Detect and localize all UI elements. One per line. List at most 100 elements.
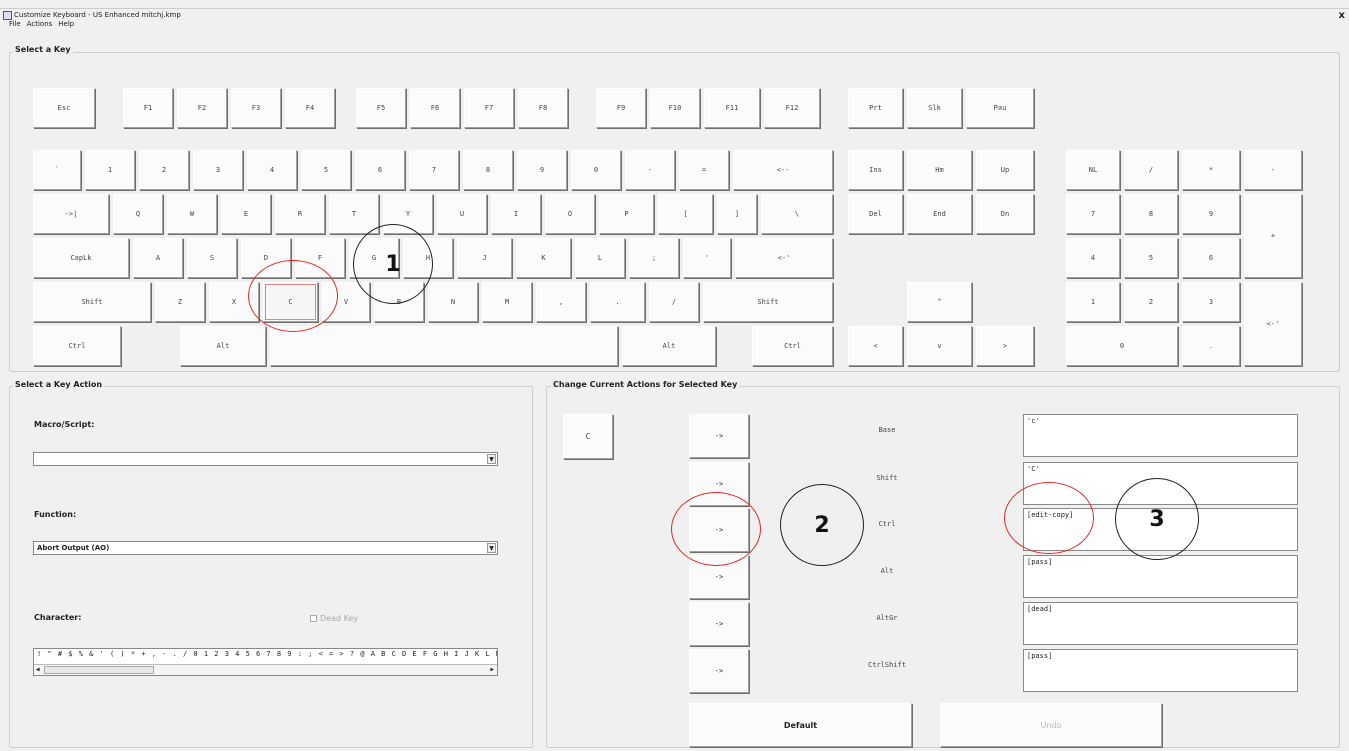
key-sym98[interactable]: > — [976, 326, 1034, 366]
key-dn[interactable]: Dn — [976, 194, 1034, 234]
key-esc[interactable]: Esc — [33, 88, 95, 128]
key-pau[interactable]: Pau — [966, 88, 1034, 128]
key-r[interactable]: R — [275, 194, 325, 234]
key-slk[interactable]: Slk — [907, 88, 962, 128]
key-sym96[interactable]: < — [848, 326, 903, 366]
selected-key-button[interactable]: C — [563, 414, 613, 459]
key-9[interactable]: 9 — [517, 150, 567, 190]
action-field-base[interactable]: 'c' — [1023, 414, 1298, 457]
character-strip[interactable]: ! " # $ % & ' ( ) * + , - . / 0 1 2 3 4 … — [33, 648, 498, 676]
key-sym100[interactable]: . — [1182, 326, 1240, 366]
key-7[interactable]: 7 — [409, 150, 459, 190]
key-f1[interactable]: F1 — [123, 88, 173, 128]
dropdown-arrow-icon[interactable]: ▼ — [487, 543, 496, 553]
key-sym16[interactable]: ` — [33, 150, 81, 190]
action-field-ctrlshift[interactable]: [pass] — [1023, 649, 1298, 692]
key-f4[interactable]: F4 — [285, 88, 335, 128]
key-5[interactable]: 5 — [301, 150, 351, 190]
key-f2[interactable]: F2 — [177, 88, 227, 128]
key-q[interactable]: Q — [113, 194, 163, 234]
key-shift[interactable]: Shift — [703, 282, 833, 322]
assign-ctrlshift-button[interactable]: -> — [689, 649, 749, 693]
key-f7[interactable]: F7 — [464, 88, 514, 128]
key-end[interactable]: End — [907, 194, 972, 234]
key-f3[interactable]: F3 — [231, 88, 281, 128]
key-u[interactable]: U — [437, 194, 487, 234]
key-sym82[interactable]: , — [536, 282, 586, 322]
key-8[interactable]: 8 — [1124, 194, 1178, 234]
close-icon[interactable]: x — [1339, 9, 1345, 22]
key-sym83[interactable]: . — [590, 282, 645, 322]
key-caplk[interactable]: CapLk — [33, 238, 129, 278]
checkbox-icon[interactable] — [310, 615, 317, 622]
key-sym86[interactable]: ^ — [907, 282, 972, 322]
character-list[interactable]: ! " # $ % & ' ( ) * + , - . / 0 1 2 3 4 … — [37, 650, 497, 658]
default-button[interactable]: Default — [689, 703, 912, 747]
key-sym36[interactable]: - — [1244, 150, 1302, 190]
key-9[interactable]: 9 — [1182, 194, 1240, 234]
menu-file[interactable]: File — [9, 20, 21, 32]
key-6[interactable]: 6 — [1182, 238, 1240, 278]
key-3[interactable]: 3 — [193, 150, 243, 190]
key-w[interactable]: W — [167, 194, 217, 234]
key-sym90[interactable]: <-' — [1244, 282, 1302, 366]
key-8[interactable]: 8 — [463, 150, 513, 190]
key-f12[interactable]: F12 — [764, 88, 820, 128]
key-sym70[interactable]: <-' — [735, 238, 833, 278]
key-f9[interactable]: F9 — [596, 88, 646, 128]
key-0[interactable]: 0 — [1066, 326, 1178, 366]
key-4[interactable]: 4 — [1066, 238, 1120, 278]
key-del[interactable]: Del — [848, 194, 903, 234]
dropdown-arrow-icon[interactable]: ▼ — [487, 454, 496, 464]
key-e[interactable]: E — [221, 194, 271, 234]
scroll-right-icon[interactable]: ▶ — [490, 665, 495, 675]
macro-select[interactable]: ▼ — [33, 452, 498, 466]
key-n[interactable]: N — [428, 282, 478, 322]
key-5[interactable]: 5 — [1124, 238, 1178, 278]
assign-base-button[interactable]: -> — [689, 414, 749, 458]
key-f10[interactable]: F10 — [650, 88, 700, 128]
key-a[interactable]: A — [133, 238, 183, 278]
undo-button[interactable]: Undo — [940, 703, 1162, 747]
key-sym57[interactable]: + — [1244, 194, 1302, 278]
dead-key-checkbox[interactable]: Dead Key — [310, 614, 358, 623]
key-6[interactable]: 6 — [355, 150, 405, 190]
key-2[interactable]: 2 — [1124, 282, 1178, 322]
key-4[interactable]: 4 — [247, 150, 297, 190]
key-o[interactable]: O — [545, 194, 595, 234]
key-sym68[interactable]: ; — [629, 238, 679, 278]
key-prt[interactable]: Prt — [848, 88, 903, 128]
key-sym69[interactable]: ' — [683, 238, 731, 278]
key-sym37[interactable]: ->| — [33, 194, 109, 234]
assign-altgr-button[interactable]: -> — [689, 602, 749, 646]
key-sym27[interactable]: - — [625, 150, 675, 190]
key-t[interactable]: T — [329, 194, 379, 234]
key-sym84[interactable]: / — [649, 282, 699, 322]
key-sym48[interactable]: [ — [658, 194, 713, 234]
key-ins[interactable]: Ins — [848, 150, 903, 190]
key-sym35[interactable]: * — [1182, 150, 1240, 190]
key-sym50[interactable]: \ — [761, 194, 833, 234]
key-alt[interactable]: Alt — [180, 326, 266, 366]
key-sym34[interactable]: / — [1124, 150, 1178, 190]
key-nl[interactable]: NL — [1066, 150, 1120, 190]
key-f5[interactable]: F5 — [356, 88, 406, 128]
key-s[interactable]: S — [187, 238, 237, 278]
key-v[interactable]: v — [907, 326, 972, 366]
key-k[interactable]: K — [516, 238, 571, 278]
function-select[interactable]: Abort Output (AO) ▼ — [33, 541, 498, 555]
key-l[interactable]: L — [575, 238, 625, 278]
key-i[interactable]: I — [491, 194, 541, 234]
scroll-left-icon[interactable]: ◀ — [36, 665, 41, 675]
action-field-alt[interactable]: [pass] — [1023, 555, 1298, 598]
key-7[interactable]: 7 — [1066, 194, 1120, 234]
menu-actions[interactable]: Actions — [27, 20, 53, 32]
horizontal-scrollbar[interactable]: ◀ ▶ — [34, 664, 497, 675]
scroll-thumb[interactable] — [44, 666, 154, 674]
key-1[interactable]: 1 — [85, 150, 135, 190]
key-ctrl[interactable]: Ctrl — [33, 326, 121, 366]
key-ctrl[interactable]: Ctrl — [752, 326, 833, 366]
key-0[interactable]: 0 — [571, 150, 621, 190]
key-z[interactable]: Z — [155, 282, 205, 322]
key-1[interactable]: 1 — [1066, 282, 1120, 322]
